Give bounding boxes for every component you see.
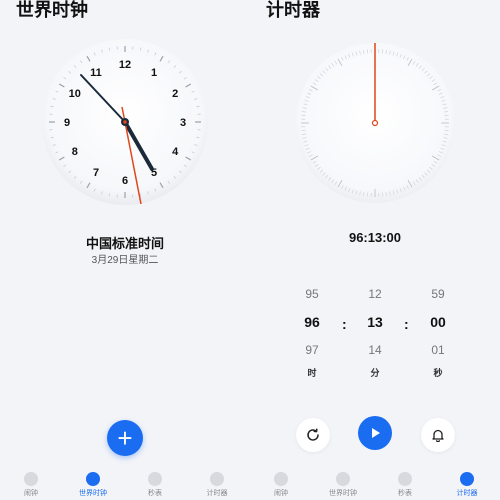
minutes-prev: 12 [368, 287, 382, 301]
clock-numeral: 8 [72, 146, 78, 158]
start-button[interactable] [358, 416, 392, 450]
add-city-button[interactable]: + [107, 420, 143, 456]
hours-current: 96 [304, 314, 320, 330]
tab-bar: 闹钟 世界时钟 秒表 计时器 [0, 470, 250, 500]
timer-dial [295, 35, 455, 215]
clock-numeral: 4 [172, 146, 179, 158]
world-clock-title: 世界时钟 [16, 0, 88, 20]
ringtone-button[interactable] [421, 418, 455, 452]
bell-icon [432, 429, 444, 442]
clock-numeral: 7 [93, 167, 99, 179]
tab-label: 世界时钟 [79, 490, 107, 497]
clock-numeral: 9 [64, 117, 70, 129]
tab-stopwatch[interactable]: 秒表 [124, 472, 186, 498]
clock-numeral: 1 [151, 67, 157, 79]
minutes-unit: 分 [370, 368, 380, 378]
tab-label: 世界时钟 [329, 490, 357, 497]
tab-stopwatch[interactable]: 秒表 [374, 472, 436, 498]
colon: : [342, 316, 347, 332]
tab-label: 秒表 [398, 490, 412, 497]
analog-clock: 12 1 2 3 4 5 6 7 8 9 10 11 [40, 25, 210, 215]
alarm-icon [274, 472, 288, 486]
colon: : [404, 316, 409, 332]
world-clock-panel: 世界时钟 12 1 2 3 4 5 6 7 8 9 10 11 中国标准时间 3月 [0, 0, 250, 500]
tab-world-clock[interactable]: 世界时钟 [62, 472, 124, 498]
tab-label: 秒表 [148, 490, 162, 497]
timer-icon [210, 472, 224, 486]
tab-world-clock[interactable]: 世界时钟 [312, 472, 374, 498]
tab-alarm[interactable]: 闹钟 [250, 472, 312, 498]
tab-alarm[interactable]: 闹钟 [0, 472, 62, 498]
tab-label: 计时器 [206, 490, 228, 497]
seconds-current: 00 [430, 314, 446, 330]
minutes-next: 14 [368, 343, 382, 357]
seconds-unit: 秒 [433, 368, 443, 378]
clock-numeral: 3 [180, 117, 186, 129]
tab-timer[interactable]: 计时器 [436, 472, 498, 498]
minutes-current: 13 [367, 314, 383, 330]
tab-label: 闹钟 [274, 490, 288, 497]
clock-numeral: 12 [119, 59, 131, 71]
timer-readout: 96:13:00 [348, 230, 402, 245]
seconds-prev: 59 [431, 287, 445, 301]
hours-prev: 95 [305, 287, 319, 301]
globe-icon [336, 472, 350, 486]
time-picker[interactable]: 95 96 97 时 : 12 13 14 分 : 59 00 01 秒 [250, 286, 500, 386]
timer-icon [460, 472, 474, 486]
clock-numeral: 6 [122, 175, 128, 187]
tab-bar: 闹钟 世界时钟 秒表 计时器 [250, 470, 500, 500]
tab-timer[interactable]: 计时器 [186, 472, 248, 498]
stopwatch-icon [148, 472, 162, 486]
date-label: 3月29日星期二 [91, 255, 159, 266]
reset-icon [307, 428, 319, 441]
hours-unit: 时 [307, 368, 317, 378]
reset-button[interactable] [296, 418, 330, 452]
alarm-icon [24, 472, 38, 486]
plus-icon: + [117, 423, 133, 453]
globe-icon [86, 472, 100, 486]
hours-column[interactable]: 95 96 97 时 [292, 286, 332, 379]
clock-numeral: 2 [172, 88, 178, 100]
tab-label: 闹钟 [24, 490, 38, 497]
minutes-column[interactable]: 12 13 14 分 [355, 286, 395, 379]
timer-panel: 计时器 96:13:00 95 96 97 时 : 12 13 14 分: 5… [250, 0, 500, 500]
seconds-next: 01 [431, 343, 445, 357]
clock-numeral: 11 [90, 67, 102, 79]
play-icon [372, 428, 380, 438]
timer-title: 计时器 [266, 0, 320, 20]
tab-label: 计时器 [456, 490, 478, 497]
seconds-column[interactable]: 59 00 01 秒 [418, 286, 458, 379]
clock-numeral: 10 [69, 88, 81, 100]
hours-next: 97 [305, 343, 319, 357]
city-name: 中国标准时间 [85, 236, 164, 251]
stopwatch-icon [398, 472, 412, 486]
